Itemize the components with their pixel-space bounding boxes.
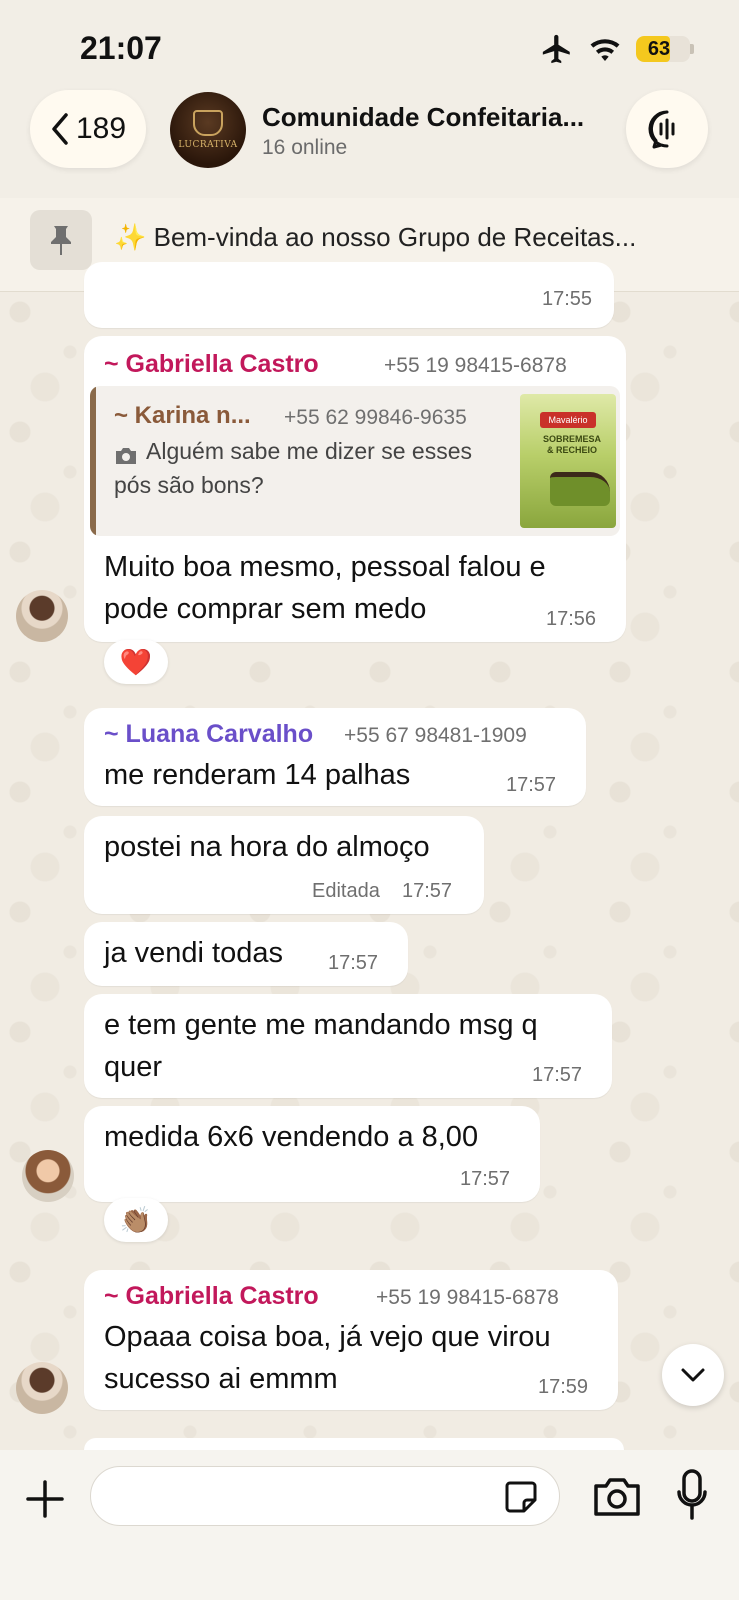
crest-logo bbox=[193, 110, 223, 136]
message-bubble[interactable]: 17:55 bbox=[84, 262, 614, 328]
message-text: ja vendi todas bbox=[104, 937, 283, 969]
message-time: 17:57 bbox=[328, 952, 379, 974]
group-name[interactable]: Comunidade Confeitaria... bbox=[262, 102, 584, 133]
message-time: 17:59 bbox=[538, 1376, 589, 1398]
sender-phone: +55 19 98415-6878 bbox=[376, 1286, 559, 1309]
sender-name[interactable]: ~ Luana Carvalho bbox=[104, 720, 313, 749]
quote-text-line-1: Alguém sabe me dizer se esses bbox=[146, 438, 472, 464]
message-text-line-1: e tem gente me mandando msg q bbox=[104, 1009, 538, 1041]
battery-level: 63 bbox=[647, 38, 671, 60]
scroll-to-bottom-button[interactable] bbox=[662, 1344, 724, 1406]
battery-tip bbox=[690, 44, 694, 54]
sender-name[interactable]: ~ Gabriella Castro bbox=[104, 350, 319, 379]
back-button[interactable]: 189 bbox=[30, 90, 146, 168]
battery-indicator: 63 bbox=[636, 36, 690, 62]
message-time: 17:57 bbox=[532, 1064, 583, 1086]
pin-box bbox=[30, 210, 92, 270]
plus-icon[interactable] bbox=[22, 1476, 68, 1522]
quote-phone: +55 62 99846-9635 bbox=[284, 406, 467, 429]
audio-call-icon bbox=[648, 110, 675, 149]
sender-name[interactable]: ~ Gabriella Castro bbox=[104, 1282, 319, 1311]
sender-phone: +55 67 98481-1909 bbox=[344, 724, 527, 747]
pin-icon bbox=[51, 226, 71, 255]
airplane-icon bbox=[542, 34, 570, 64]
pinned-text: ✨ Bem-vinda ao nosso Grupo de Receitas..… bbox=[114, 222, 637, 252]
message-bubble[interactable] bbox=[84, 1438, 624, 1450]
unread-count: 189 bbox=[75, 112, 127, 145]
message-text-line-2: pode comprar sem medo bbox=[104, 593, 427, 625]
status-time: 21:07 bbox=[80, 30, 162, 66]
message-text-line-2: sucesso ai emmm bbox=[104, 1363, 338, 1395]
quote-text-line-2: pós são bons? bbox=[114, 472, 264, 498]
avatar[interactable] bbox=[22, 1150, 74, 1202]
message-time: 17:55 bbox=[542, 288, 593, 310]
chevron-left-icon bbox=[52, 113, 68, 145]
quote-bar bbox=[90, 386, 96, 536]
thumbnail-cake bbox=[550, 472, 610, 506]
message-text-line-2: quer bbox=[104, 1051, 163, 1083]
thumbnail-brand: Mavalério bbox=[540, 412, 596, 428]
camera-icon[interactable] bbox=[592, 1474, 642, 1518]
message-text-line-1: Opaaa coisa boa, já vejo que virou bbox=[104, 1321, 551, 1353]
microphone-icon[interactable] bbox=[676, 1468, 708, 1522]
message-input[interactable] bbox=[90, 1466, 560, 1526]
chevron-down-icon bbox=[681, 1368, 705, 1382]
camera-icon bbox=[116, 448, 136, 464]
status-bar: 21:07 63 bbox=[0, 0, 739, 88]
avatar[interactable] bbox=[16, 1362, 68, 1414]
online-count: 16 online bbox=[262, 136, 348, 159]
message-text: medida 6x6 vendendo a 8,00 bbox=[104, 1121, 479, 1153]
message-time: 17:57 bbox=[506, 774, 557, 796]
avatar[interactable] bbox=[16, 590, 68, 642]
message-time: 17:57 bbox=[460, 1168, 511, 1190]
audio-call-button[interactable] bbox=[626, 90, 708, 168]
quote-thumbnail[interactable]: Mavalério SOBREMESA & RECHEIO bbox=[520, 394, 616, 528]
composer-bar bbox=[0, 1450, 739, 1600]
sticker-icon[interactable] bbox=[504, 1480, 538, 1514]
message-text-line-1: Muito boa mesmo, pessoal falou e bbox=[104, 551, 546, 583]
message-time: 17:57 bbox=[402, 880, 453, 902]
thumbnail-text: SOBREMESA & RECHEIO bbox=[542, 434, 601, 455]
reaction-clap[interactable]: 👏🏽 bbox=[104, 1198, 168, 1242]
message-text: me renderam 14 palhas bbox=[104, 759, 411, 791]
quote-sender: ~ Karina n... bbox=[114, 402, 251, 429]
sender-phone: +55 19 98415-6878 bbox=[384, 354, 567, 377]
wifi-icon bbox=[590, 39, 620, 62]
message-time: 17:56 bbox=[546, 608, 597, 630]
edited-label: Editada bbox=[312, 880, 380, 902]
avatar-label: LUCRATIVA bbox=[178, 140, 238, 150]
group-avatar[interactable]: LUCRATIVA bbox=[170, 92, 246, 168]
quoted-message[interactable]: ~ Karina n... +55 62 99846-9635 Alguém s… bbox=[90, 386, 620, 536]
reaction-heart[interactable]: ❤️ bbox=[104, 640, 168, 684]
message-text: postei na hora do almoço bbox=[104, 831, 430, 863]
